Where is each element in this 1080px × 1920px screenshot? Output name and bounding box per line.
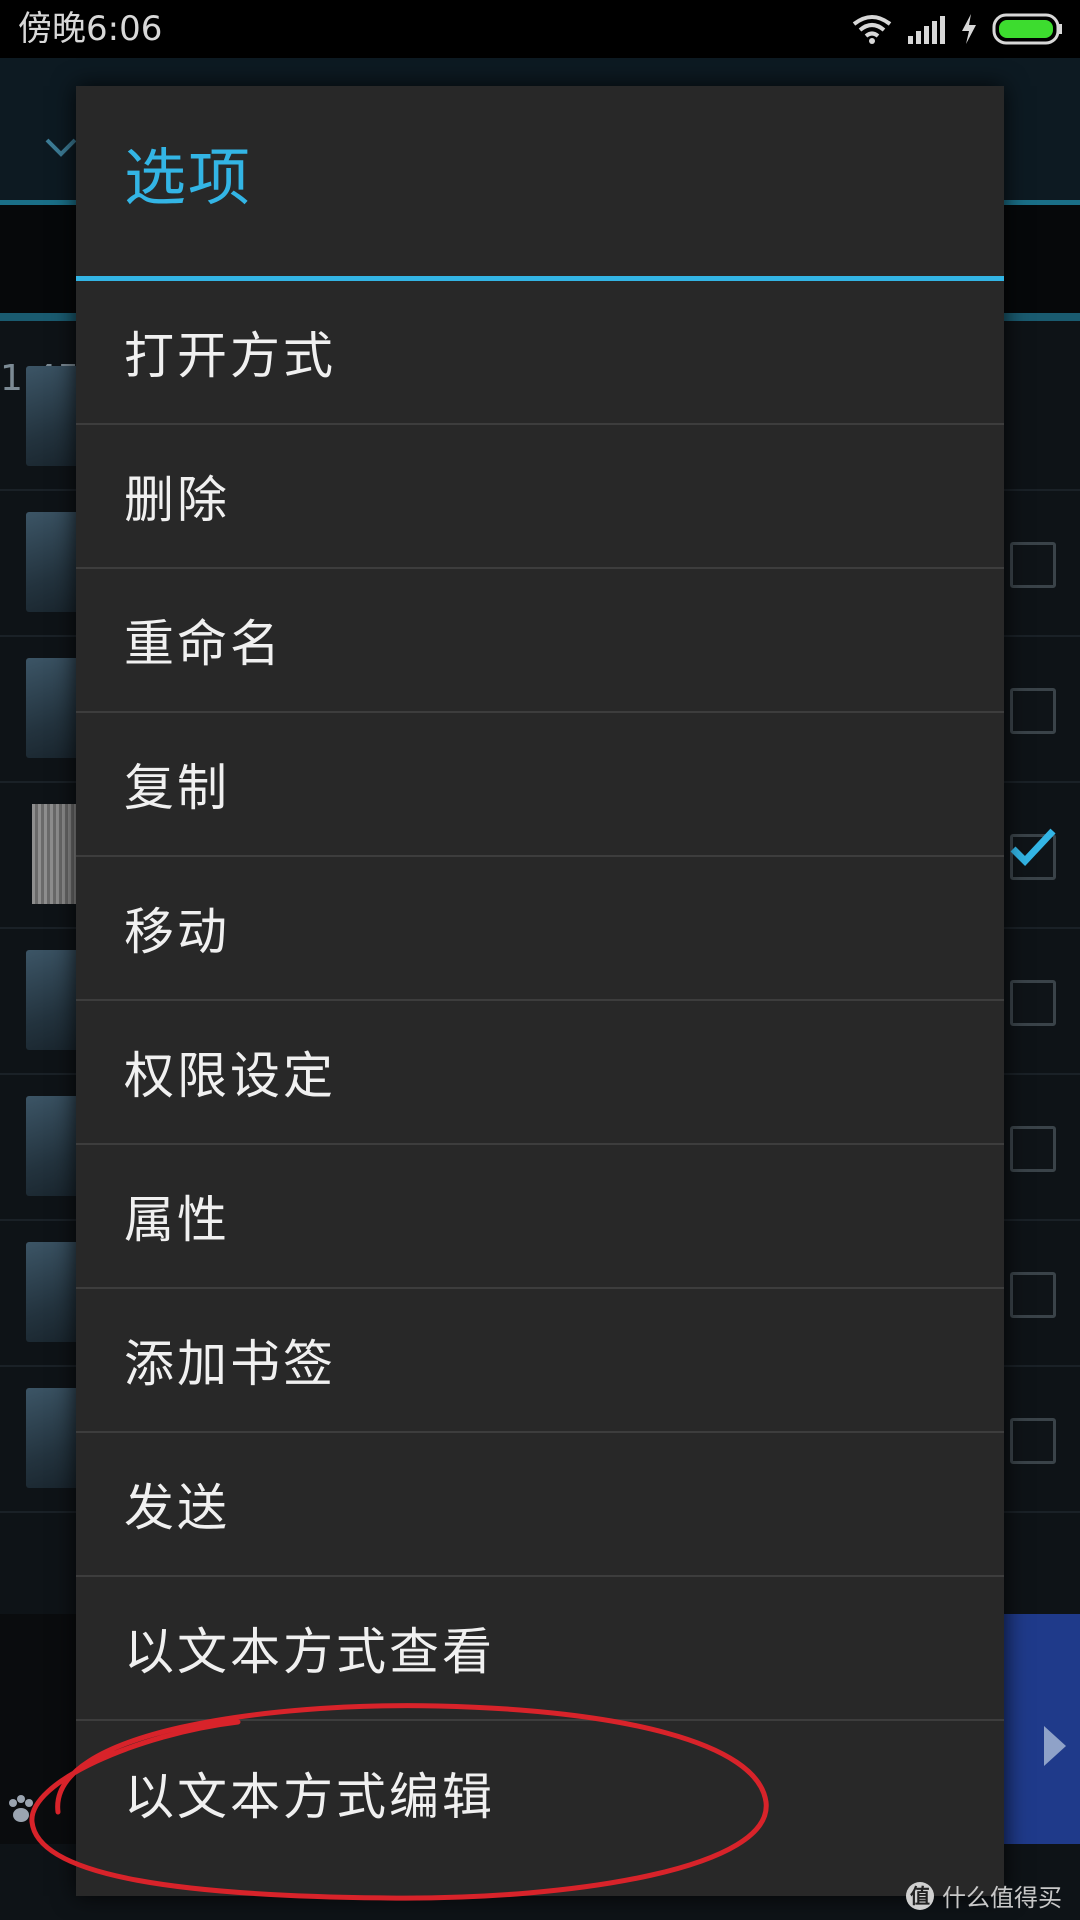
checkbox-checked-icon <box>1010 828 1056 880</box>
checkbox-icon <box>1010 688 1056 734</box>
menu-item-edit-as-text[interactable]: 以文本方式编辑 <box>76 1721 1004 1865</box>
menu-item-delete[interactable]: 删除 <box>76 425 1004 569</box>
options-menu: 打开方式 删除 重命名 复制 移动 权限设定 属性 添加书签 发送 以文本方式查… <box>76 281 1004 1865</box>
checkbox-icon <box>1010 1126 1056 1172</box>
checkbox-icon <box>1010 542 1056 588</box>
check-icon <box>1010 828 1056 867</box>
menu-item-open-with[interactable]: 打开方式 <box>76 281 1004 425</box>
status-time: 傍晚6:06 <box>18 9 163 49</box>
checkbox-icon <box>1010 1418 1056 1464</box>
options-dialog: 选项 打开方式 删除 重命名 复制 移动 权限设定 属性 添加书签 发送 以文本… <box>76 86 1004 1896</box>
watermark-badge: 值 <box>906 1881 934 1910</box>
menu-item-move[interactable]: 移动 <box>76 857 1004 1001</box>
checkbox-icon <box>1010 980 1056 1026</box>
watermark: 值 什么值得买 <box>906 1878 1062 1913</box>
menu-item-view-as-text[interactable]: 以文本方式查看 <box>76 1577 1004 1721</box>
menu-item-rename[interactable]: 重命名 <box>76 569 1004 713</box>
chevron-right-icon <box>1044 1726 1066 1766</box>
menu-item-properties[interactable]: 属性 <box>76 1145 1004 1289</box>
wifi-icon <box>852 15 892 44</box>
menu-item-permissions[interactable]: 权限设定 <box>76 1001 1004 1145</box>
status-icons <box>852 12 1064 46</box>
menu-item-send[interactable]: 发送 <box>76 1433 1004 1577</box>
watermark-text: 什么值得买 <box>942 1884 1062 1912</box>
screen: 傍晚6:06 选项 打开方式 删除 重命名 复制 移动 权限设定 属性 添加书签… <box>0 0 1080 1920</box>
battery-icon <box>992 13 1062 45</box>
menu-item-copy[interactable]: 复制 <box>76 713 1004 857</box>
chevron-down-icon <box>45 138 77 157</box>
menu-item-add-bookmark[interactable]: 添加书签 <box>76 1289 1004 1433</box>
file-icon <box>32 804 78 904</box>
paw-icon <box>9 1795 33 1822</box>
charging-icon <box>962 14 976 44</box>
signal-icon <box>908 16 945 44</box>
status-bar: 傍晚6:06 <box>0 0 1080 58</box>
checkbox-icon <box>1010 1272 1056 1318</box>
dialog-title: 选项 <box>124 141 253 214</box>
